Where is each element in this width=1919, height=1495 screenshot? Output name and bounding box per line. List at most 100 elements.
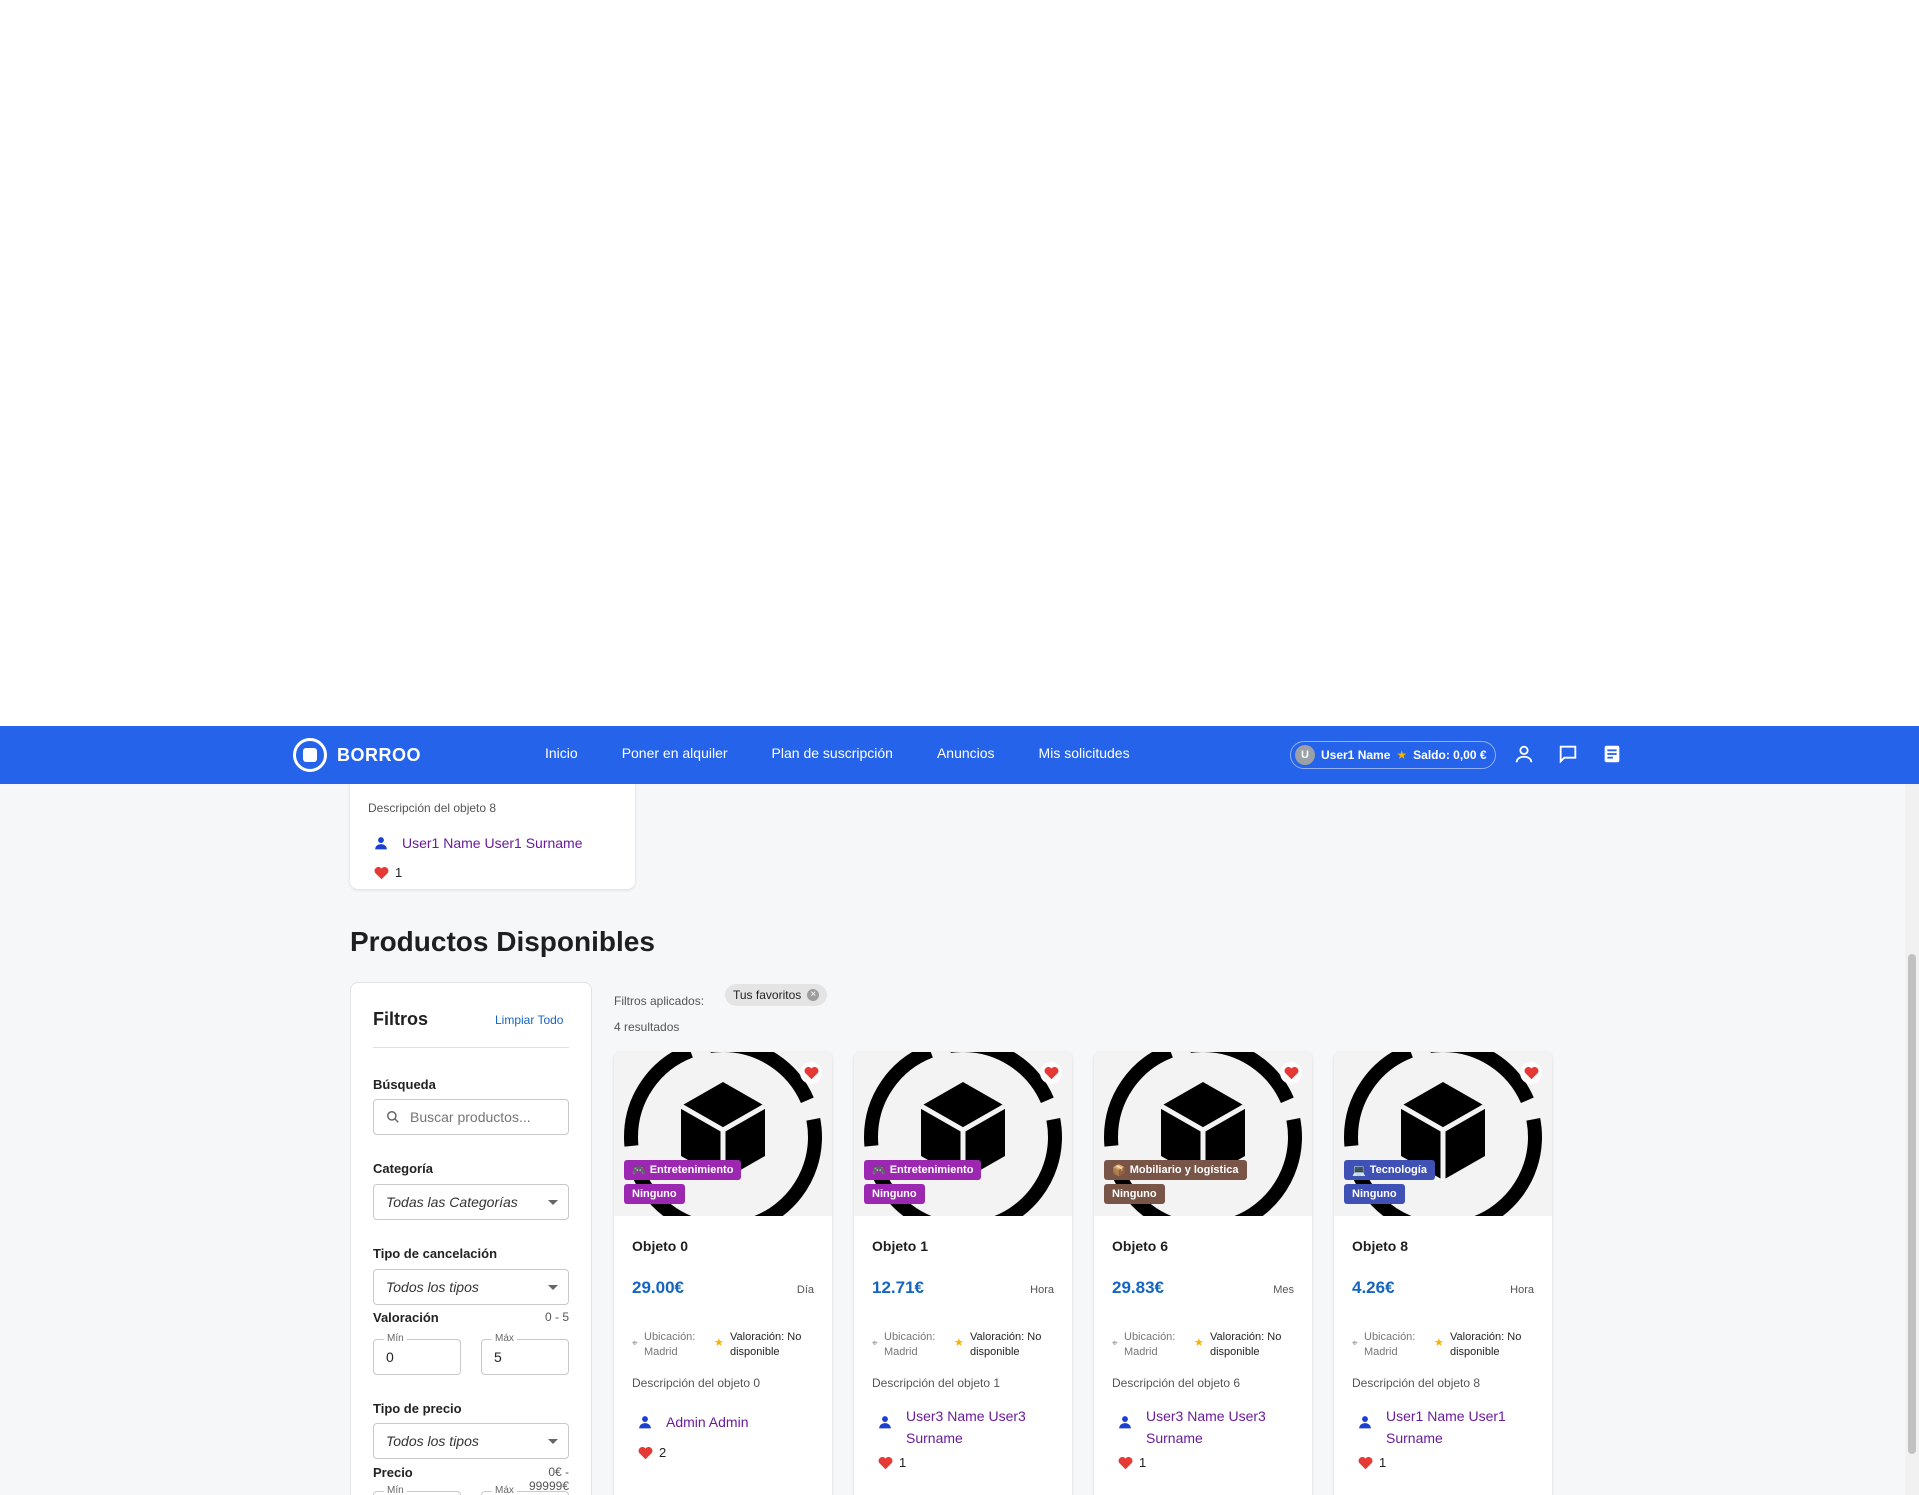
- heart-icon: [1524, 1066, 1538, 1080]
- product-owner[interactable]: User3 Name User3 Surname: [878, 1405, 1026, 1449]
- person-icon: [879, 1416, 891, 1429]
- product-description: Descripción del objeto 6: [1112, 1376, 1241, 1390]
- product-owner[interactable]: Admin Admin: [638, 1411, 748, 1433]
- price-unit: Mes: [1273, 1284, 1294, 1296]
- filters-panel: Filtros Limpiar Todo Búsqueda Categoría …: [350, 982, 592, 1495]
- product-description: Descripción del objeto 8: [368, 801, 497, 815]
- price-unit: Día: [796, 1284, 814, 1296]
- applied-filters-label: Filtros aplicados:: [614, 994, 705, 1008]
- navbar: BORROO Inicio Poner en alquiler Plan de …: [0, 726, 1919, 784]
- nav-link-poner-en-alquiler[interactable]: Poner en alquiler: [622, 745, 728, 761]
- borroo-logo-icon: [293, 738, 327, 772]
- product-card[interactable]: 📦 Mobiliario y logística Ninguno Objeto …: [1094, 1052, 1312, 1495]
- chat-icon[interactable]: [1557, 743, 1579, 765]
- close-icon[interactable]: ×: [807, 989, 820, 1001]
- gamepad-icon: 🎮: [632, 1164, 646, 1177]
- cancellation-label: Tipo de cancelación: [373, 1246, 498, 1261]
- favorite-button[interactable]: [800, 1062, 822, 1084]
- user-chip[interactable]: U User1 Name ★ Saldo: 0,00 €: [1290, 741, 1496, 769]
- rating-range: 0 - 5: [544, 1310, 569, 1324]
- product-card[interactable]: 🎮 Entretenimiento Ninguno Objeto 1 12.71…: [854, 1052, 1072, 1495]
- product-owner[interactable]: User1 Name User1 Surname: [374, 832, 583, 854]
- likes-count: 1: [1358, 1455, 1386, 1470]
- star-icon: ★: [1396, 748, 1408, 762]
- product-owner[interactable]: User1 Name User1 Surname: [1358, 1405, 1506, 1449]
- filters-title: Filtros: [373, 1009, 429, 1029]
- rating: ★ Valoración: No disponible: [954, 1331, 1042, 1358]
- category-tag: 🎮 Entretenimiento: [864, 1160, 982, 1180]
- product-description: Descripción del objeto 1: [872, 1376, 1001, 1390]
- product-title: Objeto 0: [632, 1238, 689, 1254]
- heart-icon: [1284, 1066, 1298, 1080]
- rating: ★ Valoración: No disponible: [1194, 1331, 1282, 1358]
- cancellation-tag: Ninguno: [1104, 1184, 1165, 1204]
- price-type-select[interactable]: Todos los tipos: [373, 1423, 569, 1459]
- location-pin-icon: ⌖: [1352, 1338, 1358, 1349]
- document-icon[interactable]: [1601, 743, 1623, 765]
- laptop-icon: 💻: [1352, 1164, 1366, 1177]
- category-tag: 🎮 Entretenimiento: [624, 1160, 742, 1180]
- product-price: 29.00€: [632, 1278, 684, 1297]
- product-card-partial[interactable]: Descripción del objeto 8 User1 Name User…: [350, 784, 635, 889]
- heart-icon: [1044, 1066, 1058, 1080]
- chevron-down-icon: [548, 1285, 558, 1290]
- location-pin-icon: ⌖: [872, 1338, 878, 1349]
- rating-min-input[interactable]: Mín 0: [373, 1333, 461, 1375]
- price-range: 0€ - 99999€: [528, 1465, 569, 1493]
- nav-links: Inicio Poner en alquiler Plan de suscrip…: [545, 745, 1130, 761]
- location-pin-icon: ⌖: [632, 1338, 638, 1349]
- heart-icon: [1358, 1456, 1373, 1469]
- favorite-button[interactable]: [1520, 1062, 1542, 1084]
- clear-all-button[interactable]: Limpiar Todo: [495, 1013, 563, 1027]
- nav-icons: [1513, 743, 1623, 765]
- product-title: Objeto 8: [1352, 1238, 1409, 1254]
- heart-icon: [374, 866, 389, 879]
- chevron-down-icon: [548, 1200, 558, 1205]
- profile-icon[interactable]: [1513, 743, 1535, 765]
- owner-name: User1 Name User1 Surname: [402, 835, 583, 851]
- page-title: Productos Disponibles: [350, 926, 655, 957]
- favorite-button[interactable]: [1040, 1062, 1062, 1084]
- filter-chip-favorites[interactable]: Tus favoritos ×: [725, 984, 828, 1006]
- price-max-input[interactable]: Máx: [481, 1485, 569, 1495]
- category-select[interactable]: Todas las Categorías: [373, 1184, 569, 1220]
- nav-link-mis-solicitudes[interactable]: Mis solicitudes: [1039, 745, 1130, 761]
- nav-link-anuncios[interactable]: Anuncios: [937, 745, 995, 761]
- search-field[interactable]: [373, 1099, 569, 1135]
- price-unit: Hora: [1030, 1284, 1054, 1296]
- heart-icon: [804, 1066, 818, 1080]
- chevron-down-icon: [548, 1439, 558, 1444]
- scrollbar-thumb[interactable]: [1908, 954, 1916, 1454]
- star-icon: ★: [1434, 1337, 1444, 1349]
- package-icon: 📦: [1112, 1164, 1126, 1177]
- likes-count: 1: [374, 865, 402, 880]
- likes-count: 1: [1118, 1455, 1146, 1470]
- page-content: Descripción del objeto 8 User1 Name User…: [0, 784, 1905, 1495]
- search-icon: [387, 1111, 399, 1123]
- cancellation-select[interactable]: Todos los tipos: [373, 1269, 569, 1305]
- product-card[interactable]: 💻 Tecnología Ninguno Objeto 8 4.26€ Hora…: [1334, 1052, 1552, 1495]
- price-min-input[interactable]: Mín: [373, 1485, 461, 1495]
- product-price: 4.26€: [1352, 1278, 1395, 1297]
- user-balance: Saldo: 0,00 €: [1413, 748, 1487, 762]
- location: ⌖ Ubicación: Madrid: [1352, 1331, 1416, 1358]
- scrollbar[interactable]: [1905, 784, 1919, 1495]
- cancellation-tag: Ninguno: [1344, 1184, 1405, 1204]
- user-name: User1 Name: [1321, 748, 1391, 762]
- rating-max-input[interactable]: Máx 5: [481, 1333, 569, 1375]
- nav-link-inicio[interactable]: Inicio: [545, 745, 578, 761]
- price-type-label: Tipo de precio: [373, 1401, 462, 1416]
- brand-name: BORROO: [337, 744, 421, 765]
- favorite-button[interactable]: [1280, 1062, 1302, 1084]
- product-card[interactable]: 🎮 Entretenimiento Ninguno Objeto 0 29.00…: [614, 1052, 832, 1495]
- product-price: 12.71€: [872, 1278, 924, 1297]
- brand[interactable]: BORROO: [293, 738, 421, 772]
- location: ⌖ Ubicación: Madrid: [872, 1331, 936, 1358]
- search-input[interactable]: [410, 1109, 560, 1125]
- nav-link-plan-de-suscripcion[interactable]: Plan de suscripción: [772, 745, 893, 761]
- product-price: 29.83€: [1112, 1278, 1164, 1297]
- product-owner[interactable]: User3 Name User3 Surname: [1118, 1405, 1266, 1449]
- product-title: Objeto 1: [872, 1238, 929, 1254]
- heart-icon: [1118, 1456, 1133, 1469]
- heart-icon: [878, 1456, 893, 1469]
